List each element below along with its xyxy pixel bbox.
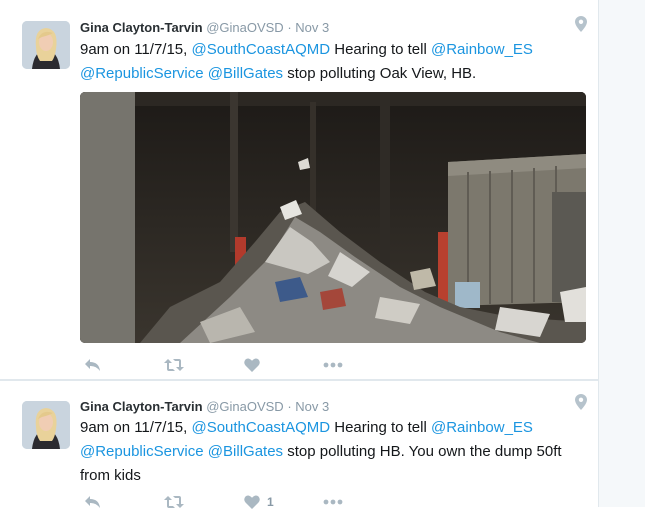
reply-icon bbox=[85, 359, 100, 371]
more-button[interactable] bbox=[323, 356, 343, 374]
author-handle[interactable]: @GinaOVSD bbox=[206, 399, 284, 414]
mention-link[interactable]: @RepublicService bbox=[80, 443, 204, 460]
tweet[interactable]: Gina Clayton-Tarvin @GinaOVSD · Nov 3 9a… bbox=[0, 380, 598, 511]
mention-link[interactable]: @BillGates bbox=[208, 65, 283, 82]
tweet-text-segment: Hearing to tell bbox=[330, 41, 431, 58]
retweet-button[interactable] bbox=[164, 493, 184, 511]
mention-link[interactable]: @Rainbow_ES bbox=[431, 419, 533, 436]
tweet-text-segment: 9am on 11/7/15, bbox=[80, 419, 192, 436]
avatar[interactable] bbox=[22, 21, 70, 69]
mention-link[interactable]: @Rainbow_ES bbox=[431, 41, 533, 58]
more-dots-icon bbox=[323, 499, 343, 505]
avatar[interactable] bbox=[22, 401, 70, 449]
heart-icon bbox=[244, 358, 260, 372]
avatar-image bbox=[22, 401, 70, 449]
reply-button[interactable] bbox=[84, 356, 101, 374]
more-button[interactable] bbox=[323, 493, 343, 511]
retweet-icon bbox=[164, 359, 184, 371]
tweet-timestamp[interactable]: Nov 3 bbox=[295, 20, 329, 35]
right-gutter bbox=[598, 0, 645, 507]
tweet-text-segment: stop polluting Oak View, HB. bbox=[283, 65, 477, 82]
separator-dot: · bbox=[287, 399, 292, 414]
mention-link[interactable]: @BillGates bbox=[208, 443, 283, 460]
tweet-timestamp[interactable]: Nov 3 bbox=[295, 399, 329, 414]
like-button[interactable] bbox=[244, 356, 267, 374]
reply-button[interactable] bbox=[84, 493, 101, 511]
map-pin-icon[interactable] bbox=[575, 394, 587, 410]
author-name[interactable]: Gina Clayton-Tarvin bbox=[80, 20, 203, 35]
tweet-text-segment: 9am on 11/7/15, bbox=[80, 41, 192, 58]
tweet-header: Gina Clayton-Tarvin @GinaOVSD · Nov 3 bbox=[80, 20, 329, 35]
tweet-text: 9am on 11/7/15, @SouthCoastAQMD Hearing … bbox=[80, 416, 585, 488]
author-handle[interactable]: @GinaOVSD bbox=[206, 20, 284, 35]
retweet-button[interactable] bbox=[164, 356, 184, 374]
like-button[interactable]: 1 bbox=[244, 493, 274, 511]
dump-photo-image bbox=[80, 92, 586, 343]
avatar-image bbox=[22, 21, 70, 69]
tweet-text: 9am on 11/7/15, @SouthCoastAQMD Hearing … bbox=[80, 38, 585, 86]
tweet-text-segment: Hearing to tell bbox=[330, 419, 431, 436]
timeline[interactable]: Gina Clayton-Tarvin @GinaOVSD · Nov 3 9a… bbox=[0, 0, 598, 511]
tweet[interactable]: Gina Clayton-Tarvin @GinaOVSD · Nov 3 9a… bbox=[0, 0, 598, 380]
mention-link[interactable]: @SouthCoastAQMD bbox=[191, 419, 330, 436]
mention-link[interactable]: @RepublicService bbox=[80, 65, 204, 82]
tweet-header: Gina Clayton-Tarvin @GinaOVSD · Nov 3 bbox=[80, 399, 329, 414]
tweet-photo[interactable] bbox=[80, 92, 586, 343]
mention-link[interactable]: @SouthCoastAQMD bbox=[191, 41, 330, 58]
separator-dot: · bbox=[287, 20, 292, 35]
author-name[interactable]: Gina Clayton-Tarvin bbox=[80, 399, 203, 414]
more-dots-icon bbox=[323, 362, 343, 368]
map-pin-icon[interactable] bbox=[575, 16, 587, 32]
